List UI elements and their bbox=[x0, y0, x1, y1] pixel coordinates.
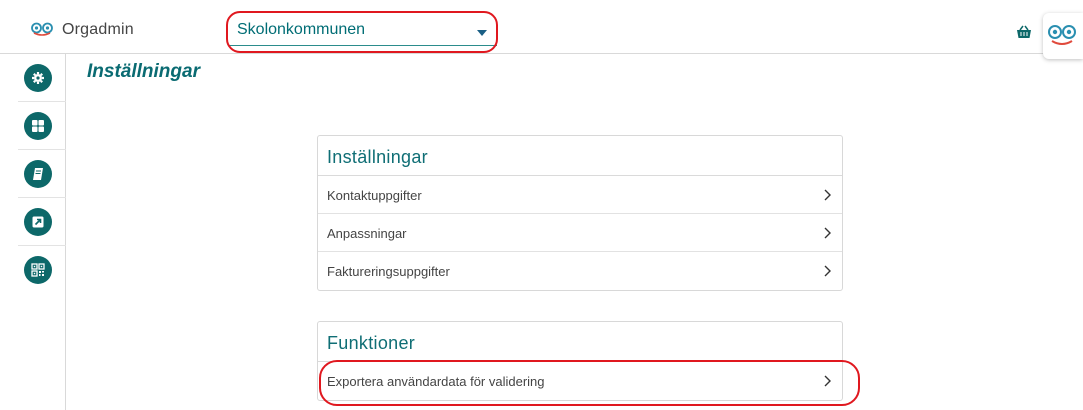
organization-select-value: Skolonkommunen bbox=[237, 21, 366, 38]
list-item-label: Faktureringsuppgifter bbox=[327, 264, 450, 279]
book-icon bbox=[24, 160, 52, 188]
sidebar-item-library[interactable] bbox=[18, 150, 66, 198]
app-name[interactable]: Orgadmin bbox=[62, 21, 134, 39]
caret-down-icon bbox=[477, 30, 487, 36]
chevron-right-icon bbox=[824, 265, 831, 277]
functions-card: Funktioner Exportera användardata för va… bbox=[317, 321, 843, 401]
external-link-icon bbox=[24, 208, 52, 236]
profile-logo-button[interactable] bbox=[1043, 13, 1083, 59]
list-item-label: Exportera användardata för validering bbox=[327, 374, 545, 389]
list-item-label: Anpassningar bbox=[327, 226, 407, 241]
list-item-contact-details[interactable]: Kontaktuppgifter bbox=[318, 176, 842, 214]
chevron-right-icon bbox=[824, 227, 831, 239]
profile-logo-icon bbox=[1048, 25, 1076, 45]
top-bar: Orgadmin Skolonkommunen bbox=[0, 0, 1083, 59]
sidebar-item-settings[interactable] bbox=[18, 54, 66, 102]
list-item-customizations[interactable]: Anpassningar bbox=[318, 214, 842, 252]
settings-card-title: Inställningar bbox=[318, 136, 842, 176]
qr-code-icon bbox=[24, 256, 52, 284]
chevron-right-icon bbox=[824, 189, 831, 201]
functions-card-title: Funktioner bbox=[318, 322, 842, 362]
basket-icon[interactable] bbox=[1016, 25, 1032, 44]
settings-card: Inställningar Kontaktuppgifter Anpassnin… bbox=[317, 135, 843, 291]
grid-icon bbox=[24, 112, 52, 140]
sidebar-item-external[interactable] bbox=[18, 198, 66, 246]
sidebar-item-dashboard[interactable] bbox=[18, 102, 66, 150]
chevron-right-icon bbox=[824, 375, 831, 387]
list-item-label: Kontaktuppgifter bbox=[327, 188, 422, 203]
sidebar bbox=[0, 54, 66, 410]
app-logo-icon[interactable] bbox=[31, 22, 53, 36]
sidebar-item-qr[interactable] bbox=[18, 246, 66, 294]
page-title: Inställningar bbox=[87, 61, 200, 82]
list-item-export-user-data[interactable]: Exportera användardata för validering bbox=[318, 362, 842, 400]
gear-icon bbox=[24, 64, 52, 92]
organization-select[interactable]: Skolonkommunen bbox=[229, 18, 497, 46]
list-item-billing-details[interactable]: Faktureringsuppgifter bbox=[318, 252, 842, 290]
